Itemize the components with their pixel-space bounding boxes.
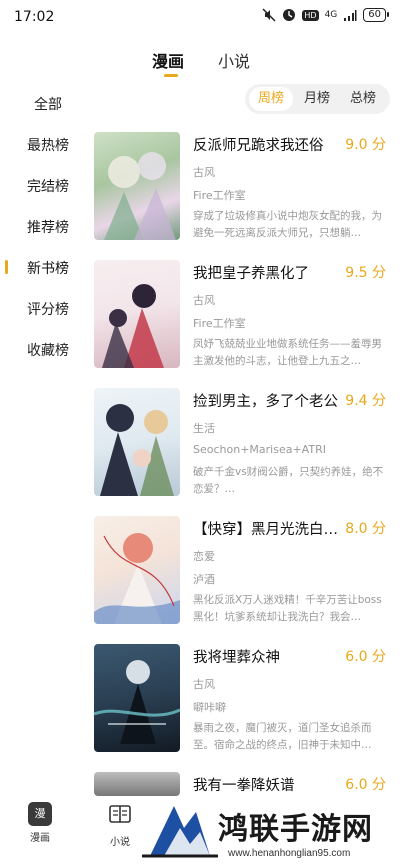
active-category-indicator xyxy=(5,260,8,274)
book-score: 9.4 分 xyxy=(345,393,386,409)
book-item[interactable]: 我将埋葬众神 6.0 分 古风 噼咔噼 暴雨之夜，魔门被灭，道门圣女追杀而至。宿… xyxy=(94,644,394,754)
category-label: 新书榜 xyxy=(27,261,69,277)
category-all[interactable]: 全部 xyxy=(0,90,92,116)
book-description: 暴雨之夜，魔门被灭，道门圣女追杀而至。宿命之战的终点，旧神于未知中… xyxy=(193,722,372,751)
category-favorites[interactable]: 收藏榜 xyxy=(0,336,92,362)
book-item[interactable]: 反派师兄跪求我还俗 9.0 分 古风 Fire工作室 穿成了垃圾修真小说中炮灰女… xyxy=(94,132,394,242)
book-description: 黑化反派X万人迷戏精！千辛万苦让boss黑化！坑爹系统却让我洗白？我会… xyxy=(193,594,382,623)
cover-art-image xyxy=(94,533,180,624)
cover-art-image xyxy=(100,404,174,496)
status-time: 17:02 xyxy=(14,9,55,25)
nav-label: 漫画 xyxy=(30,833,50,844)
book-genre: 恋爱 xyxy=(193,550,215,563)
book-title: 我有一拳降妖谱 xyxy=(193,778,295,794)
book-description: 破产千金vs财阀公爵，只契约养娃，绝不恋爱？… xyxy=(193,466,384,495)
watermark-logo-icon xyxy=(142,806,218,858)
book-genre: 生活 xyxy=(193,422,215,435)
book-title: 【快穿】黑月光洗白… xyxy=(193,522,338,538)
book-title: 我把皇子养黑化了 xyxy=(193,266,309,282)
manga-icon: 漫 xyxy=(28,802,52,826)
category-label: 收藏榜 xyxy=(27,343,69,359)
book-cover xyxy=(94,772,180,796)
category-recommended[interactable]: 推荐榜 xyxy=(0,213,92,239)
book-author: Seochon+Marisea+ATRI xyxy=(193,443,326,456)
tab-manga[interactable]: 漫画 xyxy=(152,48,184,72)
book-score: 6.0 分 xyxy=(345,649,386,665)
book-item[interactable]: 捡到男主，多了个老公 9.4 分 生活 Seochon+Marisea+ATRI… xyxy=(94,388,394,498)
book-title: 反派师兄跪求我还俗 xyxy=(193,138,324,154)
book-title: 捡到男主，多了个老公 xyxy=(193,394,338,410)
book-author: 噼咔噼 xyxy=(193,701,226,714)
book-score: 6.0 分 xyxy=(345,777,386,793)
category-label: 评分榜 xyxy=(27,302,69,318)
watermark-text: 鸿联手游网 xyxy=(218,812,373,847)
book-cover xyxy=(94,260,180,368)
book-author: Fire工作室 xyxy=(193,317,246,330)
mute-icon xyxy=(262,8,276,22)
rank-period-switch: 周榜 月榜 总榜 xyxy=(245,84,390,114)
book-item[interactable]: 【快穿】黑月光洗白… 8.0 分 恋爱 泸酒 黑化反派X万人迷戏精！千辛万苦让b… xyxy=(94,516,394,626)
signal-icon xyxy=(344,10,357,21)
hd-badge: HD xyxy=(302,9,319,21)
rank-total[interactable]: 总榜 xyxy=(341,87,385,111)
status-icons: HD 4G 60 xyxy=(262,8,389,22)
watermark-url: www.henanhonglian95.com xyxy=(228,848,351,859)
book-genre: 古风 xyxy=(193,678,215,691)
book-cover xyxy=(94,388,180,496)
book-author: 泸酒 xyxy=(193,573,215,586)
cover-art-image xyxy=(94,660,180,744)
book-description: 凤妤飞兢兢业业地做系统任务——羞辱男主激发他的斗志，让他登上九五之… xyxy=(193,338,382,367)
nav-manga[interactable]: 漫 漫画 xyxy=(20,802,60,844)
top-tabs: 漫画 小说 xyxy=(0,44,400,80)
cover-art-image xyxy=(102,284,164,368)
book-title: 我将埋葬众神 xyxy=(193,650,280,666)
book-score: 9.0 分 xyxy=(345,137,386,153)
book-genre: 古风 xyxy=(193,166,215,179)
watermark: 鸿联手游网 www.henanhonglian95.com xyxy=(130,794,400,866)
cover-art-image xyxy=(104,152,176,240)
category-rating[interactable]: 评分榜 xyxy=(0,295,92,321)
category-label: 推荐榜 xyxy=(27,220,69,236)
clock-icon xyxy=(283,9,296,21)
category-label: 完结榜 xyxy=(27,179,69,195)
rank-weekly[interactable]: 周榜 xyxy=(249,87,293,111)
book-icon xyxy=(109,805,131,823)
category-label: 全部 xyxy=(34,97,62,113)
book-cover xyxy=(94,516,180,624)
category-completed[interactable]: 完结榜 xyxy=(0,172,92,198)
book-author: Fire工作室 xyxy=(193,189,246,202)
active-tab-underline xyxy=(164,74,178,77)
category-label: 最热榜 xyxy=(27,138,69,154)
category-new[interactable]: 新书榜 xyxy=(0,254,92,280)
book-genre: 古风 xyxy=(193,294,215,307)
network-label: 4G xyxy=(324,10,338,20)
book-cover xyxy=(94,644,180,752)
book-score: 8.0 分 xyxy=(345,521,386,537)
book-item[interactable]: 我把皇子养黑化了 9.5 分 古风 Fire工作室 凤妤飞兢兢业业地做系统任务—… xyxy=(94,260,394,370)
rank-monthly[interactable]: 月榜 xyxy=(295,87,339,111)
book-cover xyxy=(94,132,180,240)
book-description: 穿成了垃圾修真小说中炮灰女配的我，为避免一死远离反派大师兄，只想躺… xyxy=(193,210,382,239)
tab-novel[interactable]: 小说 xyxy=(218,48,250,72)
status-bar: 17:02 HD 4G 60 xyxy=(0,0,400,34)
battery-indicator: 60 xyxy=(363,8,389,22)
book-score: 9.5 分 xyxy=(345,265,386,281)
category-hot[interactable]: 最热榜 xyxy=(0,131,92,157)
